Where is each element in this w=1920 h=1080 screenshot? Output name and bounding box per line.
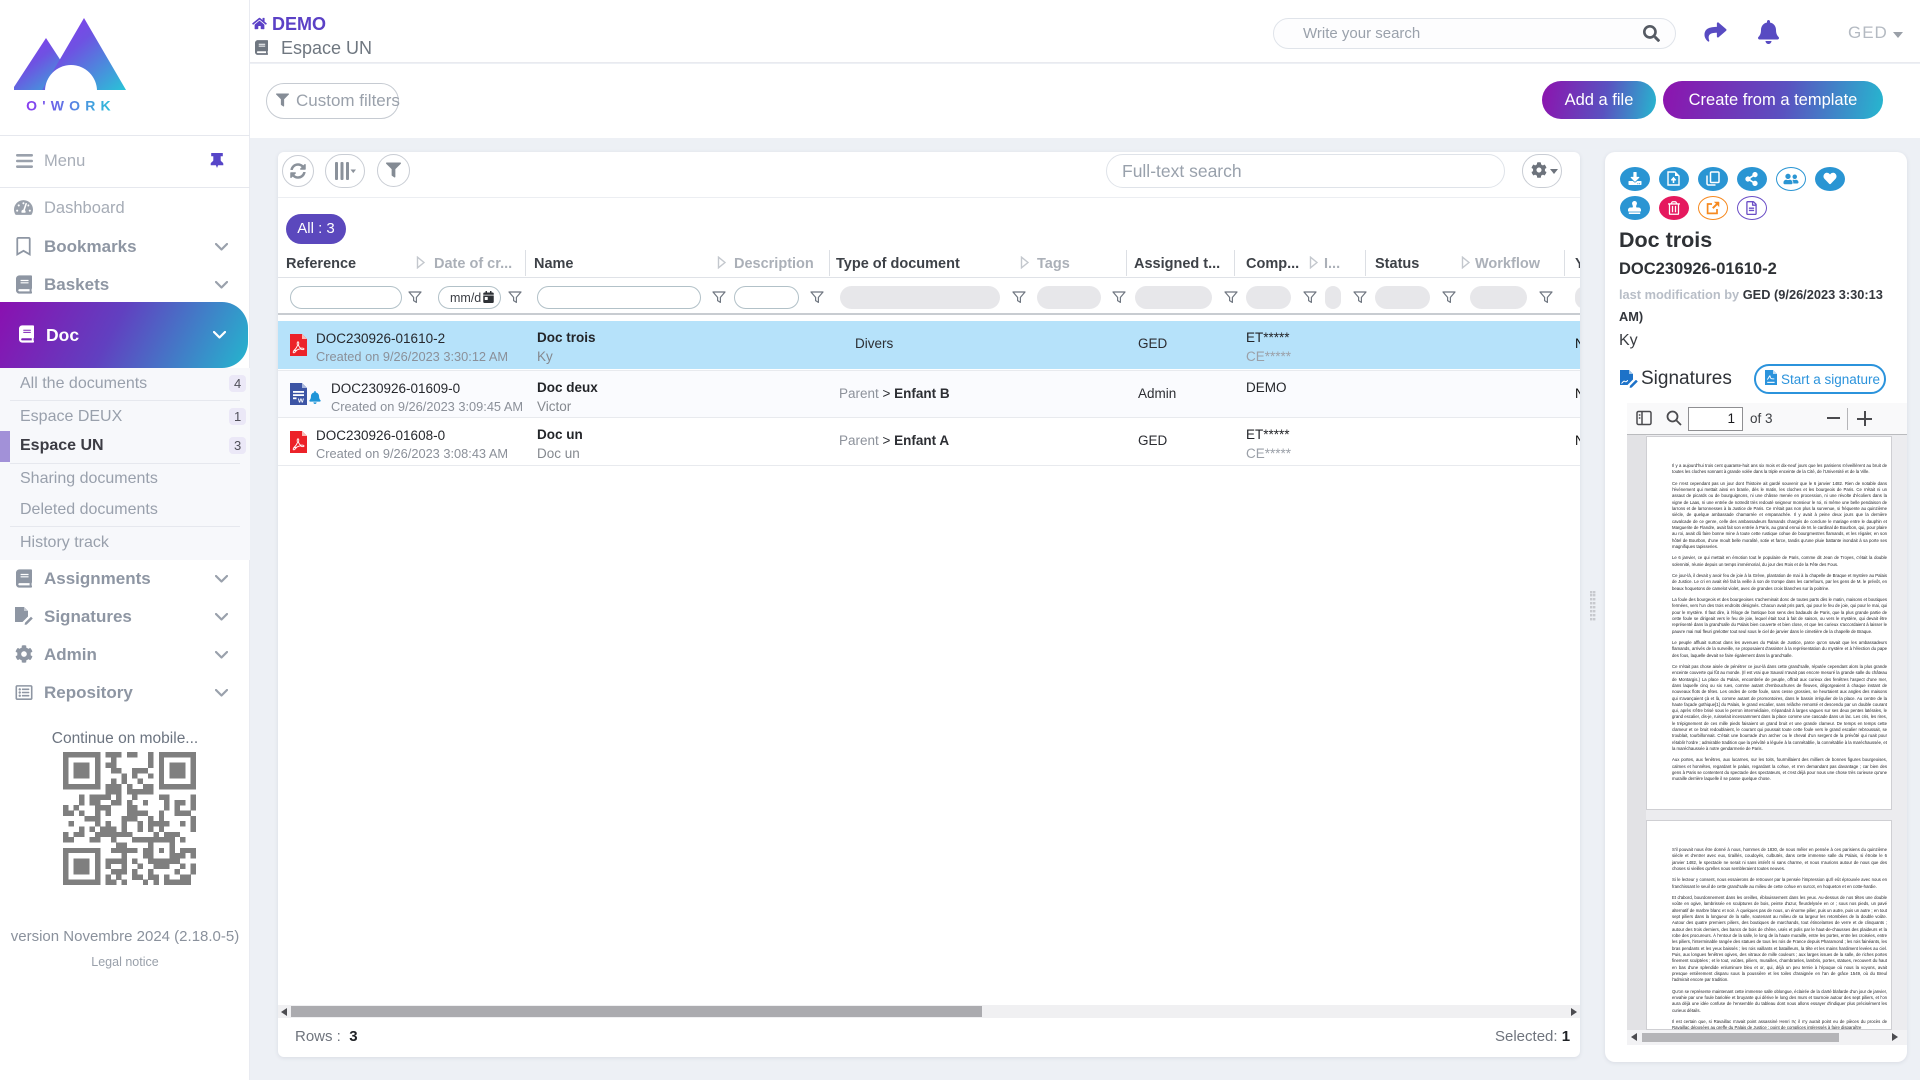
svg-text:O'WORK: O'WORK	[26, 98, 116, 114]
svg-text:w: w	[297, 396, 304, 405]
